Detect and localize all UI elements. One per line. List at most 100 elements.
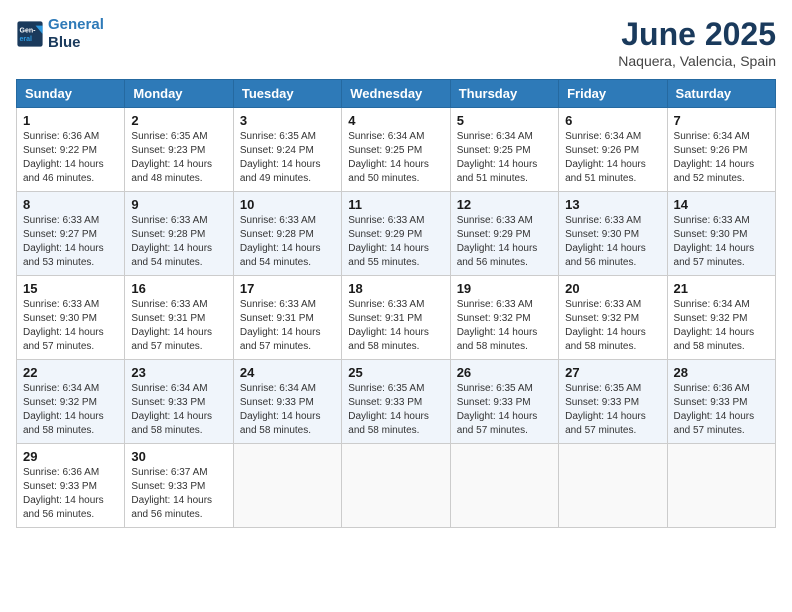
day-number: 25 [348,365,443,380]
day-info: Sunrise: 6:33 AM Sunset: 9:30 PM Dayligh… [23,298,118,354]
day-number: 15 [23,281,118,296]
day-number: 7 [674,113,769,128]
calendar-day-16: 16 Sunrise: 6:33 AM Sunset: 9:31 PM Dayli… [125,276,233,360]
day-info: Sunrise: 6:34 AM Sunset: 9:33 PM Dayligh… [240,382,335,438]
day-info: Sunrise: 6:33 AM Sunset: 9:31 PM Dayligh… [131,298,226,354]
day-info: Sunrise: 6:33 AM Sunset: 9:29 PM Dayligh… [348,214,443,270]
calendar-week-3: 15 Sunrise: 6:33 AM Sunset: 9:30 PM Dayli… [17,276,776,360]
calendar-day-4: 4 Sunrise: 6:34 AM Sunset: 9:25 PM Daylig… [342,108,450,192]
day-number: 1 [23,113,118,128]
column-header-thursday: Thursday [450,80,558,108]
day-number: 20 [565,281,660,296]
calendar-day-14: 14Sunrise: 6:33 AM Sunset: 9:30 PM Dayli… [667,192,775,276]
calendar-day-21: 21 Sunrise: 6:34 AM Sunset: 9:32 PM Dayli… [667,276,775,360]
day-number: 26 [457,365,552,380]
day-info: Sunrise: 6:33 AM Sunset: 9:28 PM Dayligh… [131,214,226,270]
day-info: Sunrise: 6:34 AM Sunset: 9:25 PM Dayligh… [348,130,443,186]
calendar-day-18: 18 Sunrise: 6:33 AM Sunset: 9:31 PM Dayli… [342,276,450,360]
day-number: 5 [457,113,552,128]
column-header-tuesday: Tuesday [233,80,341,108]
calendar-day-7: 7 Sunrise: 6:34 AM Sunset: 9:26 PM Daylig… [667,108,775,192]
calendar-day-10: 10 Sunrise: 6:33 AM Sunset: 9:28 PM Dayli… [233,192,341,276]
day-info: Sunrise: 6:33 AM Sunset: 9:28 PM Dayligh… [240,214,335,270]
day-info: Sunrise: 6:33 AM Sunset: 9:30 PM Dayligh… [674,214,769,270]
page-header: Gen- eral GeneralBlue June 2025 Naquera,… [16,16,776,69]
calendar-week-2: 8 Sunrise: 6:33 AM Sunset: 9:27 PM Daylig… [17,192,776,276]
calendar-empty-cell [233,444,341,528]
day-number: 21 [674,281,769,296]
day-number: 19 [457,281,552,296]
day-info: Sunrise: 6:33 AM Sunset: 9:30 PM Dayligh… [565,214,660,270]
calendar-day-30: 30 Sunrise: 6:37 AM Sunset: 9:33 PM Dayli… [125,444,233,528]
calendar-title: June 2025 [618,16,776,53]
calendar-day-12: 12Sunrise: 6:33 AM Sunset: 9:29 PM Dayli… [450,192,558,276]
calendar-table: SundayMondayTuesdayWednesdayThursdayFrid… [16,79,776,528]
day-info: Sunrise: 6:36 AM Sunset: 9:33 PM Dayligh… [23,466,118,522]
day-info: Sunrise: 6:33 AM Sunset: 9:32 PM Dayligh… [457,298,552,354]
calendar-day-26: 26Sunrise: 6:35 AM Sunset: 9:33 PM Dayli… [450,360,558,444]
calendar-empty-cell [559,444,667,528]
day-number: 4 [348,113,443,128]
calendar-day-25: 25 Sunrise: 6:35 AM Sunset: 9:33 PM Dayli… [342,360,450,444]
calendar-day-29: 29 Sunrise: 6:36 AM Sunset: 9:33 PM Dayli… [17,444,125,528]
day-number: 12 [457,197,552,212]
calendar-day-1: 1 Sunrise: 6:36 AM Sunset: 9:22 PM Daylig… [17,108,125,192]
day-info: Sunrise: 6:34 AM Sunset: 9:33 PM Dayligh… [131,382,226,438]
day-number: 23 [131,365,226,380]
calendar-day-17: 17 Sunrise: 6:33 AM Sunset: 9:31 PM Dayli… [233,276,341,360]
calendar-empty-cell [667,444,775,528]
column-header-sunday: Sunday [17,80,125,108]
day-number: 17 [240,281,335,296]
day-info: Sunrise: 6:34 AM Sunset: 9:26 PM Dayligh… [565,130,660,186]
day-info: Sunrise: 6:33 AM Sunset: 9:32 PM Dayligh… [565,298,660,354]
day-info: Sunrise: 6:36 AM Sunset: 9:22 PM Dayligh… [23,130,118,186]
calendar-day-19: 19 Sunrise: 6:33 AM Sunset: 9:32 PM Dayli… [450,276,558,360]
column-header-monday: Monday [125,80,233,108]
day-number: 2 [131,113,226,128]
day-info: Sunrise: 6:33 AM Sunset: 9:31 PM Dayligh… [240,298,335,354]
logo-text: GeneralBlue [48,16,104,52]
day-info: Sunrise: 6:34 AM Sunset: 9:25 PM Dayligh… [457,130,552,186]
column-header-wednesday: Wednesday [342,80,450,108]
day-info: Sunrise: 6:33 AM Sunset: 9:27 PM Dayligh… [23,214,118,270]
day-info: Sunrise: 6:33 AM Sunset: 9:31 PM Dayligh… [348,298,443,354]
day-info: Sunrise: 6:35 AM Sunset: 9:33 PM Dayligh… [348,382,443,438]
day-number: 22 [23,365,118,380]
day-number: 6 [565,113,660,128]
day-number: 30 [131,449,226,464]
calendar-day-2: 2 Sunrise: 6:35 AM Sunset: 9:23 PM Daylig… [125,108,233,192]
day-info: Sunrise: 6:36 AM Sunset: 9:33 PM Dayligh… [674,382,769,438]
day-number: 18 [348,281,443,296]
day-number: 11 [348,197,443,212]
calendar-day-11: 11 Sunrise: 6:33 AM Sunset: 9:29 PM Dayli… [342,192,450,276]
day-number: 28 [674,365,769,380]
calendar-day-8: 8 Sunrise: 6:33 AM Sunset: 9:27 PM Daylig… [17,192,125,276]
calendar-day-3: 3Sunrise: 6:35 AM Sunset: 9:24 PM Daylig… [233,108,341,192]
calendar-day-9: 9 Sunrise: 6:33 AM Sunset: 9:28 PM Daylig… [125,192,233,276]
day-info: Sunrise: 6:34 AM Sunset: 9:32 PM Dayligh… [674,298,769,354]
day-info: Sunrise: 6:35 AM Sunset: 9:33 PM Dayligh… [565,382,660,438]
title-area: June 2025 Naquera, Valencia, Spain [618,16,776,69]
day-number: 29 [23,449,118,464]
svg-text:Gen-: Gen- [20,28,37,35]
calendar-day-28: 28 Sunrise: 6:36 AM Sunset: 9:33 PM Dayli… [667,360,775,444]
calendar-day-20: 20 Sunrise: 6:33 AM Sunset: 9:32 PM Dayli… [559,276,667,360]
calendar-day-24: 24Sunrise: 6:34 AM Sunset: 9:33 PM Dayli… [233,360,341,444]
day-number: 9 [131,197,226,212]
calendar-day-15: 15 Sunrise: 6:33 AM Sunset: 9:30 PM Dayli… [17,276,125,360]
day-info: Sunrise: 6:35 AM Sunset: 9:23 PM Dayligh… [131,130,226,186]
column-header-saturday: Saturday [667,80,775,108]
day-number: 10 [240,197,335,212]
day-number: 8 [23,197,118,212]
day-info: Sunrise: 6:34 AM Sunset: 9:26 PM Dayligh… [674,130,769,186]
day-number: 13 [565,197,660,212]
calendar-day-13: 13 Sunrise: 6:33 AM Sunset: 9:30 PM Dayli… [559,192,667,276]
calendar-day-23: 23 Sunrise: 6:34 AM Sunset: 9:33 PM Dayli… [125,360,233,444]
calendar-subtitle: Naquera, Valencia, Spain [618,53,776,69]
day-info: Sunrise: 6:37 AM Sunset: 9:33 PM Dayligh… [131,466,226,522]
day-number: 27 [565,365,660,380]
day-info: Sunrise: 6:35 AM Sunset: 9:24 PM Dayligh… [240,130,335,186]
column-header-friday: Friday [559,80,667,108]
svg-text:eral: eral [20,36,33,43]
day-number: 16 [131,281,226,296]
